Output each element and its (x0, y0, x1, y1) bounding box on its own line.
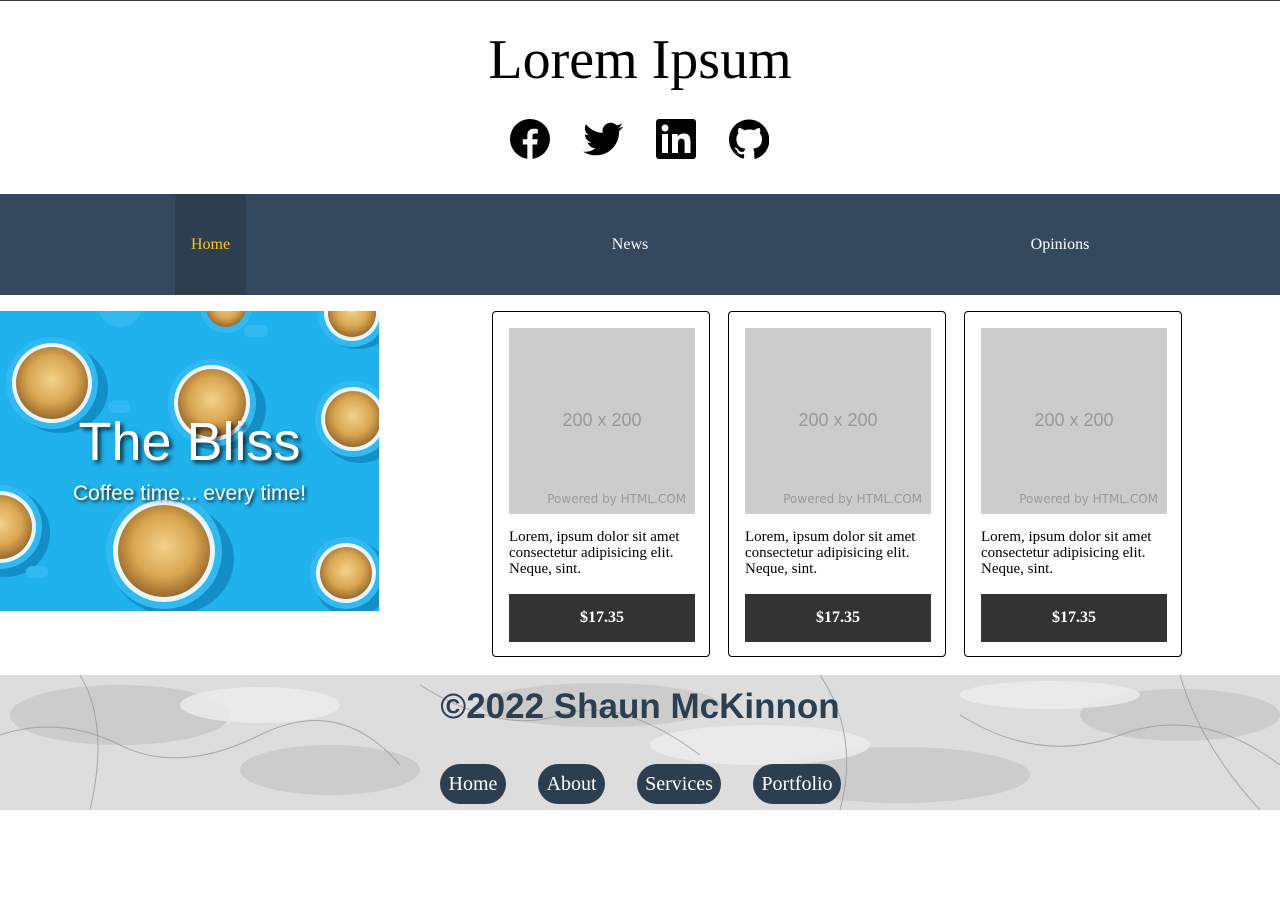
github-link[interactable] (729, 119, 769, 159)
linkedin-icon (656, 119, 696, 159)
github-icon (729, 119, 769, 159)
site-footer: ©2022 Shaun McKinnon Home About Services… (0, 675, 1280, 810)
product-description: Lorem, ipsum dolor sit amet consectetur … (981, 529, 1152, 577)
product-card: 200 x 200 Powered by HTML.COM Lorem, ips… (728, 311, 946, 657)
hero-subtitle: Coffee time... every time! (72, 482, 307, 505)
price-button[interactable]: $17.35 (745, 594, 931, 642)
linkedin-link[interactable] (656, 119, 696, 159)
placeholder-credit: Powered by HTML.COM (783, 492, 922, 506)
main-nav: Home News Opinions (0, 194, 1280, 295)
social-links (510, 119, 769, 161)
price-button[interactable]: $17.35 (981, 594, 1167, 642)
hero-title: The Bliss (78, 412, 301, 472)
twitter-icon (583, 122, 623, 156)
price-button[interactable]: $17.35 (509, 594, 695, 642)
product-description: Lorem, ipsum dolor sit amet consectetur … (509, 529, 680, 577)
product-image-placeholder: 200 x 200 Powered by HTML.COM (981, 328, 1167, 514)
twitter-link[interactable] (583, 119, 623, 159)
placeholder-size-label: 200 x 200 (1034, 410, 1114, 430)
footer-link-about[interactable]: About (538, 764, 605, 804)
product-card: 200 x 200 Powered by HTML.COM Lorem, ips… (964, 311, 1182, 657)
footer-link-portfolio[interactable]: Portfolio (753, 764, 841, 804)
nav-item-news[interactable]: News (595, 194, 665, 295)
nav-item-home[interactable]: Home (175, 194, 246, 295)
facebook-link[interactable] (510, 119, 550, 159)
placeholder-credit: Powered by HTML.COM (1019, 492, 1158, 506)
copyright-text: ©2022 Shaun McKinnon (440, 687, 840, 726)
placeholder-credit: Powered by HTML.COM (547, 492, 686, 506)
product-description: Lorem, ipsum dolor sit amet consectetur … (745, 529, 916, 577)
nav-item-opinions[interactable]: Opinions (1020, 194, 1100, 295)
footer-link-home[interactable]: Home (440, 764, 506, 804)
product-image-placeholder: 200 x 200 Powered by HTML.COM (745, 328, 931, 514)
product-card: 200 x 200 Powered by HTML.COM Lorem, ips… (492, 311, 710, 657)
facebook-icon (510, 119, 550, 159)
site-title: Lorem Ipsum (488, 29, 792, 91)
placeholder-size-label: 200 x 200 (562, 410, 642, 430)
placeholder-size-label: 200 x 200 (798, 410, 878, 430)
product-image-placeholder: 200 x 200 Powered by HTML.COM (509, 328, 695, 514)
top-border (0, 0, 1280, 1)
footer-link-services[interactable]: Services (637, 764, 721, 804)
